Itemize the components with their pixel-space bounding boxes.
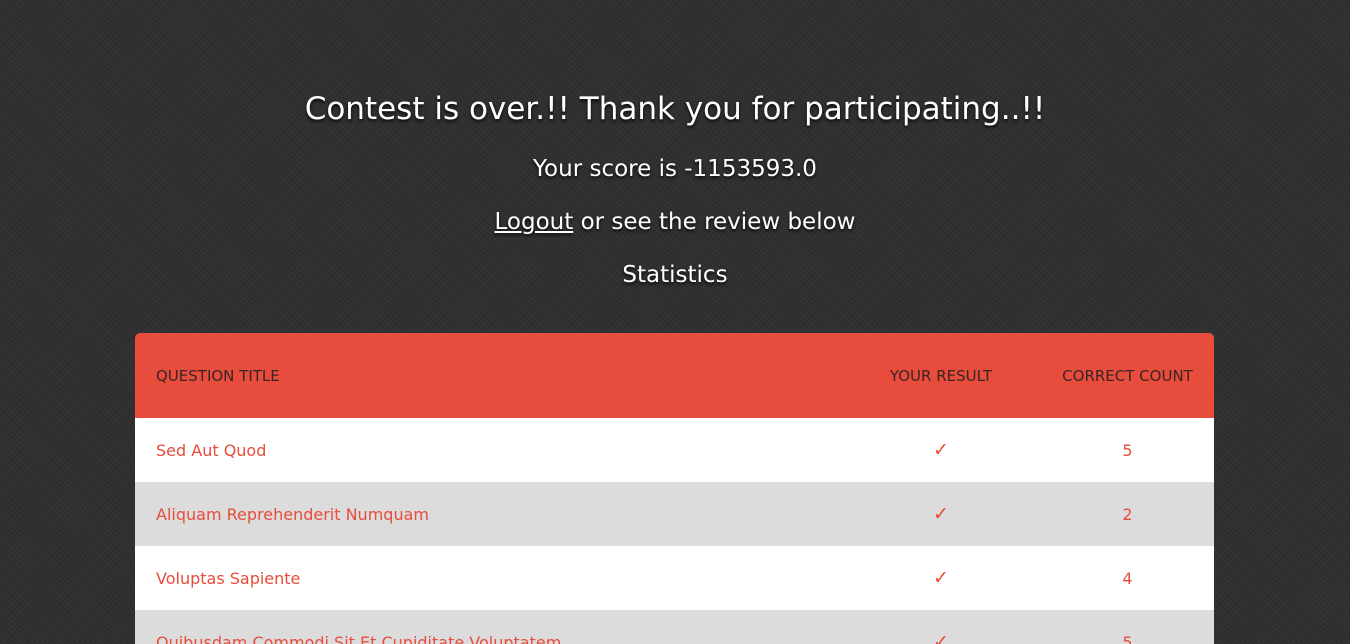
column-header-correct-count: Correct Count xyxy=(1062,366,1193,385)
table-row: Voluptas Sapiente ✓ 4 xyxy=(135,546,1214,610)
statistics-table: Question Title Your Result Correct Count… xyxy=(135,333,1214,644)
table-row: Quibusdam Commodi Sit Et Cupiditate Volu… xyxy=(135,610,1214,644)
question-title-link[interactable]: Aliquam Reprehenderit Numquam xyxy=(156,505,429,524)
logout-link[interactable]: Logout xyxy=(495,209,574,235)
column-header-your-result: Your Result xyxy=(889,366,993,385)
question-title-link[interactable]: Voluptas Sapiente xyxy=(156,569,300,588)
check-icon: ✓ xyxy=(933,439,949,461)
correct-count-cell: 2 xyxy=(1122,504,1133,524)
table-header-row: Question Title Your Result Correct Count xyxy=(135,333,1214,418)
logout-line: Logout or see the review below xyxy=(0,207,1350,237)
page-title: Contest is over.!! Thank you for partici… xyxy=(304,91,1046,127)
question-title-link[interactable]: Quibusdam Commodi Sit Et Cupiditate Volu… xyxy=(156,633,561,644)
correct-count-cell: 5 xyxy=(1122,440,1133,460)
question-title-cell: Sed Aut Quod xyxy=(135,418,841,482)
question-title-cell: Quibusdam Commodi Sit Et Cupiditate Volu… xyxy=(135,610,841,644)
question-title-link[interactable]: Sed Aut Quod xyxy=(156,441,266,460)
statistics-heading: Statistics xyxy=(622,262,728,288)
correct-count-cell: 5 xyxy=(1122,632,1133,644)
check-icon: ✓ xyxy=(933,567,949,589)
score-text: Your score is -1153593.0 xyxy=(533,156,817,182)
logout-suffix: or see the review below xyxy=(573,209,856,235)
statistics-table-container: Question Title Your Result Correct Count… xyxy=(135,333,1214,644)
question-title-cell: Voluptas Sapiente xyxy=(135,546,841,610)
column-header-question-title: Question Title xyxy=(156,366,280,385)
check-icon: ✓ xyxy=(933,631,949,644)
correct-count-cell: 4 xyxy=(1122,568,1133,588)
table-row: Sed Aut Quod ✓ 5 xyxy=(135,418,1214,482)
table-row: Aliquam Reprehenderit Numquam ✓ 2 xyxy=(135,482,1214,546)
check-icon: ✓ xyxy=(933,503,949,525)
question-title-cell: Aliquam Reprehenderit Numquam xyxy=(135,482,841,546)
